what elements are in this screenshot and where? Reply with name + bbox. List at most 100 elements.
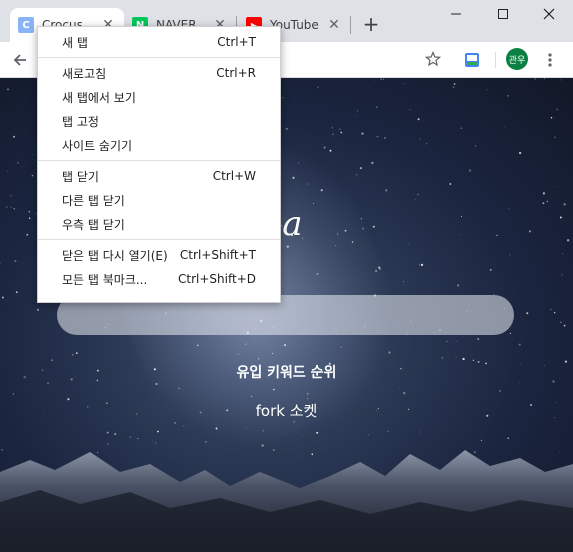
menu-item-label: 다른 탭 닫기 <box>62 193 125 208</box>
star-icon <box>425 51 441 67</box>
star <box>7 170 9 172</box>
toolbar-divider <box>495 52 496 68</box>
star <box>12 393 14 395</box>
menu-item-label: 사이트 숨기기 <box>62 138 133 153</box>
star <box>518 381 520 383</box>
star <box>354 131 356 133</box>
menu-item-shortcut: Ctrl+R <box>216 66 256 80</box>
menu-item-shortcut: Ctrl+W <box>212 169 256 183</box>
menu-item-reopen-closed-tab[interactable]: 닫은 탭 다시 열기(E) Ctrl+Shift+T <box>38 243 280 267</box>
menu-item-label: 탭 닫기 <box>62 169 99 184</box>
star <box>489 268 492 271</box>
close-window-button[interactable] <box>526 0 572 28</box>
mountain-silhouette <box>0 450 573 552</box>
star <box>1 296 4 299</box>
minimize-icon <box>451 13 461 15</box>
tab-context-menu: 새 탭 Ctrl+T 새로고침 Ctrl+R 새 탭에서 보기 탭 고정 사이트… <box>37 26 281 303</box>
star <box>317 86 319 88</box>
star <box>511 293 513 295</box>
star <box>387 430 389 432</box>
star <box>486 89 488 91</box>
star <box>0 262 1 264</box>
extension-button[interactable] <box>462 50 482 70</box>
star <box>509 254 511 256</box>
back-button[interactable] <box>8 48 32 72</box>
trending-title: 유입 키워드 순위 <box>236 365 337 381</box>
menu-item-shortcut: Ctrl+T <box>217 35 256 49</box>
profile-avatar[interactable]: 관우 <box>506 48 528 70</box>
star <box>355 174 358 176</box>
star <box>415 199 416 200</box>
star <box>560 79 562 81</box>
minimize-button[interactable] <box>433 0 479 28</box>
menu-item-bookmark-all-tabs[interactable]: 모든 탭 북마크... Ctrl+Shift+D <box>38 267 280 291</box>
star <box>477 338 480 340</box>
star <box>457 284 460 287</box>
star <box>137 437 139 440</box>
menu-item-label: 새로고침 <box>62 66 107 81</box>
menu-button[interactable] <box>540 48 560 72</box>
new-tab-button[interactable]: + <box>359 12 383 36</box>
star <box>556 186 558 187</box>
star <box>509 332 512 335</box>
star <box>129 436 131 438</box>
menu-separator <box>38 57 280 58</box>
star <box>356 110 359 112</box>
star <box>5 206 8 209</box>
star <box>32 153 34 155</box>
star <box>559 216 562 219</box>
tab-divider <box>350 16 351 34</box>
maximize-button[interactable] <box>480 0 526 28</box>
star <box>31 174 34 177</box>
star <box>553 311 556 314</box>
menu-item-label: 모든 탭 북마크... <box>62 272 148 287</box>
menu-item-label: 새 탭에서 보기 <box>62 90 136 105</box>
star <box>508 208 510 210</box>
bookmark-star-button[interactable] <box>422 48 444 70</box>
menu-item-shortcut: Ctrl+Shift+T <box>179 248 256 262</box>
star <box>282 97 284 99</box>
star <box>417 193 419 196</box>
close-tab-icon[interactable]: ✕ <box>326 17 342 33</box>
menu-item-close-other-tabs[interactable]: 다른 탭 닫기 <box>38 188 280 212</box>
star <box>459 234 461 235</box>
menu-item-duplicate[interactable]: 새 탭에서 보기 <box>38 85 280 109</box>
star <box>354 115 356 117</box>
menu-separator <box>38 160 280 161</box>
star <box>561 253 563 254</box>
star <box>563 203 566 206</box>
star <box>452 86 455 89</box>
star <box>462 357 465 361</box>
trending-keyword[interactable]: fork 소켓 <box>0 400 573 421</box>
menu-item-shortcut: Ctrl+Shift+D <box>178 272 256 286</box>
star <box>417 118 420 121</box>
menu-item-close-tab[interactable]: 탭 닫기 Ctrl+W <box>38 164 280 188</box>
star <box>452 129 454 131</box>
star <box>339 128 341 130</box>
star <box>10 194 12 197</box>
star <box>28 211 30 213</box>
star <box>10 206 12 208</box>
star <box>542 192 545 195</box>
star <box>550 117 553 119</box>
star <box>47 382 49 384</box>
star <box>13 135 15 138</box>
star <box>542 202 545 205</box>
menu-item-close-tabs-right[interactable]: 우측 탭 닫기 <box>38 212 280 236</box>
star <box>475 145 477 147</box>
menu-item-new-tab[interactable]: 새 탭 Ctrl+T <box>38 30 280 54</box>
menu-item-pin-tab[interactable]: 탭 고정 <box>38 109 280 133</box>
star <box>75 352 78 354</box>
star <box>332 133 334 136</box>
star <box>546 200 548 203</box>
star <box>71 353 74 356</box>
menu-item-mute-site[interactable]: 사이트 숨기기 <box>38 133 280 157</box>
star <box>340 131 343 134</box>
star <box>518 343 521 346</box>
maximize-icon <box>498 9 508 19</box>
star <box>492 384 493 385</box>
star <box>361 132 364 135</box>
extension-icon <box>465 53 479 67</box>
close-icon <box>543 8 555 20</box>
menu-item-reload[interactable]: 새로고침 Ctrl+R <box>38 61 280 85</box>
